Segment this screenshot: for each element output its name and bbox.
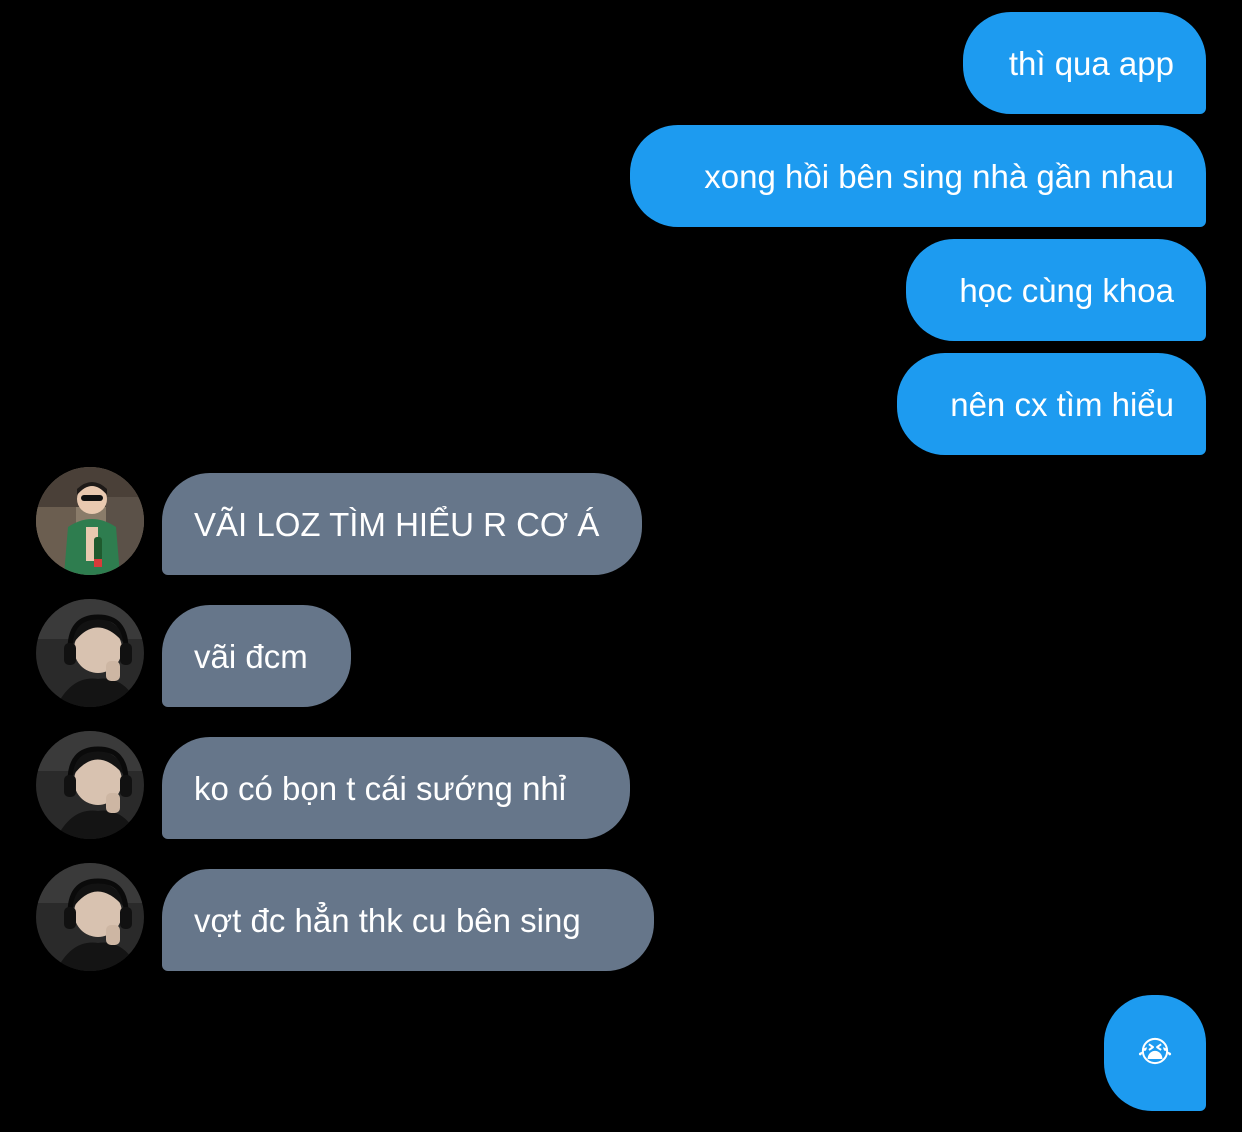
sent-message[interactable]: nên cx tìm hiểu [897,353,1206,455]
avatar-photo-icon [36,599,144,707]
received-message[interactable]: VÃI LOZ TÌM HIỂU R CƠ Á [162,473,642,575]
received-message[interactable]: vợt đc hẳn thk cu bên sing [162,869,654,971]
loudly-crying-face-icon: 😭 [1137,1035,1173,1070]
received-message[interactable]: ko có bọn t cái sướng nhỉ [162,737,630,839]
sent-message[interactable]: xong hồi bên sing nhà gần nhau [630,125,1206,227]
message-text: xong hồi bên sing nhà gần nhau [704,157,1174,195]
sent-message[interactable]: thì qua app [963,12,1206,114]
avatar-photo-icon [36,863,144,971]
message-text: ko có bọn t cái sướng nhỉ [194,769,567,807]
avatar[interactable] [36,863,144,971]
message-text: VÃI LOZ TÌM HIỂU R CƠ Á [194,505,600,543]
avatar-photo-icon [36,731,144,839]
sent-message[interactable]: 😭 [1104,995,1206,1111]
avatar-photo-icon [36,467,144,575]
message-text: thì qua app [1008,44,1174,82]
message-text: vợt đc hẳn thk cu bên sing [194,901,581,939]
message-text: học cùng khoa [959,271,1174,309]
message-text: nên cx tìm hiểu [950,385,1174,423]
sent-message[interactable]: học cùng khoa [906,239,1206,341]
message-text: vãi đcm [194,637,308,675]
avatar[interactable] [36,599,144,707]
avatar[interactable] [36,467,144,575]
avatar[interactable] [36,731,144,839]
received-message[interactable]: vãi đcm [162,605,351,707]
